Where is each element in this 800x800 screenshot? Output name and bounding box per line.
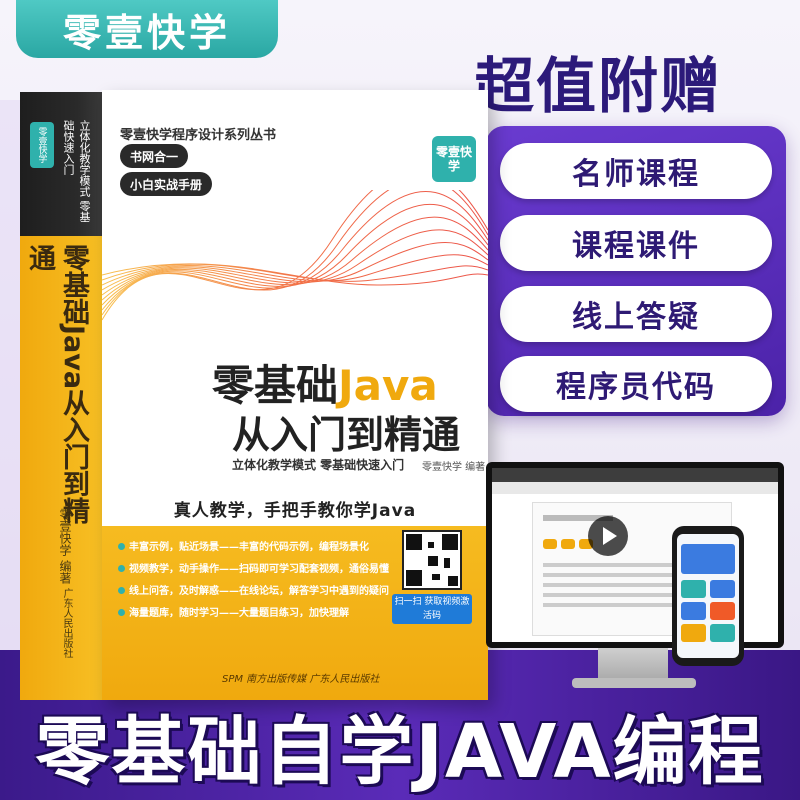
spine-title: 零基础Java从入门到精通: [24, 244, 89, 525]
screen-toolbar: [492, 482, 778, 494]
cover-bullet: 丰富示例，贴近场景——丰富的代码示例，编程场景化: [118, 538, 369, 553]
gift-title: 超值附赠: [474, 52, 722, 122]
cover-bullet: 线上问答，及时解惑——在线论坛，解答学习中遇到的疑问: [118, 582, 389, 597]
bullet-dot-icon: [118, 565, 125, 572]
book-cover: 零壹快学程序设计系列丛书 书网合一 小白实战手册 零壹快学 零基础Java 从入…: [102, 90, 488, 700]
cover-slogan: 真人教学，手把手教你学Java: [102, 490, 488, 526]
bullet-text: 丰富示例，贴近场景——丰富的代码示例，编程场景化: [129, 542, 369, 553]
cover-publisher: SPM 南方出版传媒 广东人民出版社: [222, 674, 380, 685]
cover-subtitle: 立体化教学模式 零基础快速入门: [232, 458, 405, 472]
monitor-base: [572, 678, 696, 688]
phone-screen: [677, 534, 739, 658]
cover-tag: 书网合一: [120, 144, 189, 168]
bullet-text: 海量题库，随时学习——大量题目练习，加快理解: [129, 608, 349, 619]
qr-code-icon: [402, 530, 462, 590]
bullet-dot-icon: [118, 543, 125, 550]
cover-bullet: 海量题库，随时学习——大量题目练习，加快理解: [118, 604, 349, 619]
screen-titlebar: [492, 468, 778, 482]
banner-title: 零基础自学JAVA编程: [35, 708, 765, 795]
gift-item-qa: 线上答疑: [500, 286, 772, 342]
bullet-dot-icon: [118, 609, 125, 616]
gift-item-slides: 课程课件: [500, 215, 772, 271]
cover-title-line2: 从入门到精通: [232, 413, 461, 457]
gift-item-code: 程序员代码: [500, 356, 772, 412]
brand-badge: 零壹快学: [16, 0, 278, 58]
cover-badge: 零壹快学: [432, 136, 476, 182]
bullet-dot-icon: [118, 587, 125, 594]
gift-item-course: 名师课程: [500, 143, 772, 199]
cover-title-java: Java: [338, 361, 438, 410]
play-icon[interactable]: [588, 516, 628, 556]
spine-author: 零壹快学 编著: [58, 508, 72, 584]
spine-subtitle: 立体化教学模式 零基础快速入门: [62, 120, 91, 223]
spine-publisher: 广东人民出版社: [61, 588, 72, 658]
bullet-text: 视频教学，动手操作——扫码即可学习配套视频，通俗易懂: [129, 564, 389, 575]
cover-author: 零壹快学 编著: [422, 462, 486, 473]
bullet-text: 线上问答，及时解惑——在线论坛，解答学习中遇到的疑问: [129, 586, 389, 597]
spine-logo: 零壹快学: [30, 122, 54, 168]
cover-wave-art: [102, 190, 488, 321]
qr-label: 扫一扫 获取视频激活码: [392, 594, 472, 624]
cover-series: 零壹快学程序设计系列丛书: [120, 128, 277, 143]
monitor-stand: [598, 648, 668, 682]
bottom-banner: 零基础自学JAVA编程: [0, 690, 800, 800]
cover-title-prefix: 零基础: [212, 361, 339, 410]
cover-bullet: 视频教学，动手操作——扫码即可学习配套视频，通俗易懂: [118, 560, 389, 575]
